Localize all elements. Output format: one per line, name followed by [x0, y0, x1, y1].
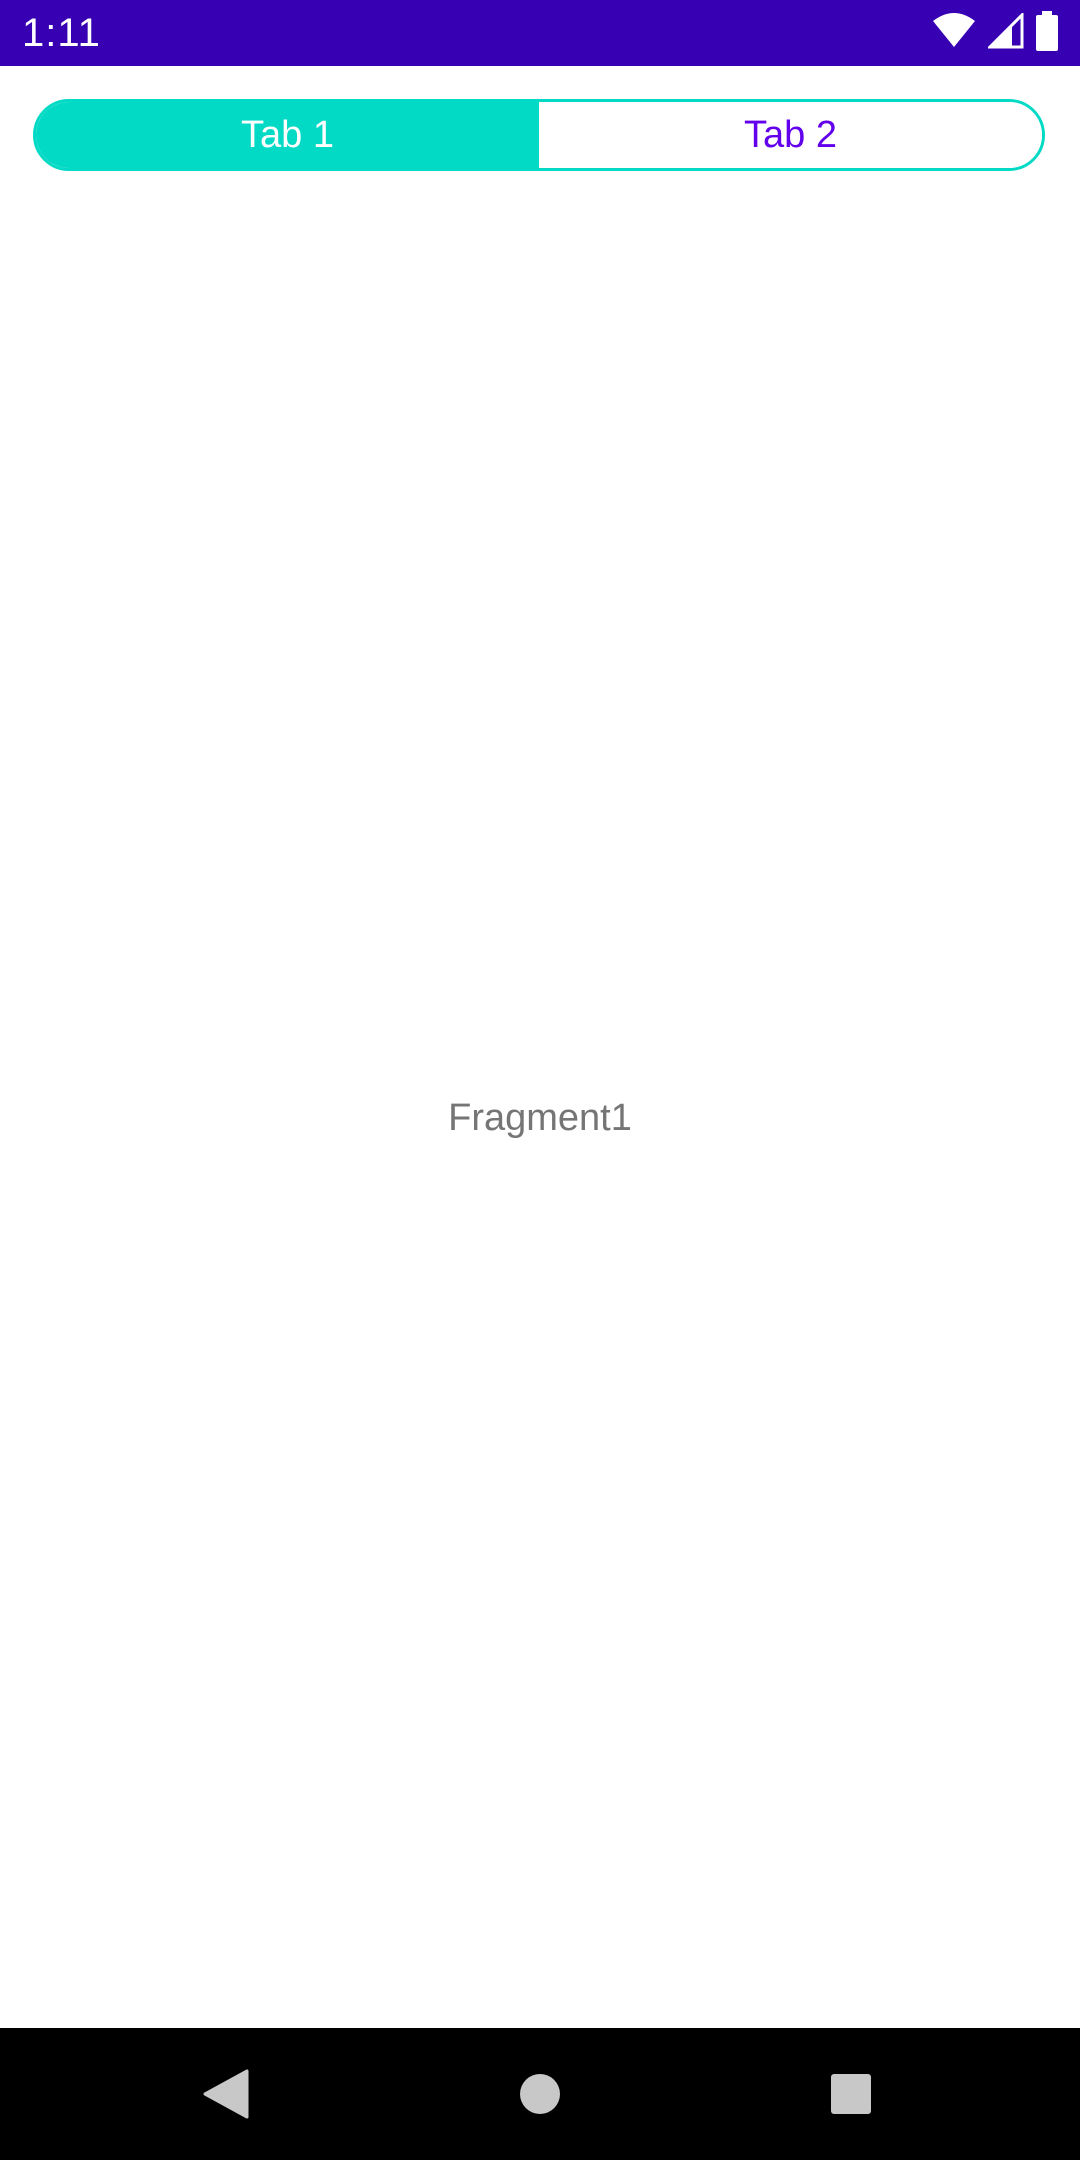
tab-1-label: Tab 1: [241, 113, 334, 156]
status-bar: 1:11: [0, 0, 1080, 66]
status-time: 1:11: [22, 11, 101, 55]
home-button[interactable]: [500, 2054, 580, 2134]
navigation-bar: [0, 2028, 1080, 2160]
tab-2[interactable]: Tab 2: [539, 102, 1042, 168]
back-icon: [203, 2069, 249, 2119]
screen: 1:11 Tab 1 Tab 2 Fragment1: [0, 0, 1080, 2160]
tab-1[interactable]: Tab 1: [36, 102, 539, 168]
battery-icon: [1036, 10, 1058, 56]
recents-icon: [831, 2074, 871, 2114]
fragment-label: Fragment1: [448, 1097, 632, 1139]
cellular-signal-icon: [986, 10, 1024, 54]
wifi-icon: [932, 12, 976, 54]
recents-button[interactable]: [811, 2054, 891, 2134]
home-icon: [520, 2074, 560, 2114]
back-button[interactable]: [186, 2054, 266, 2134]
tab-bar: Tab 1 Tab 2: [33, 99, 1045, 171]
tab-2-label: Tab 2: [744, 113, 837, 156]
status-icons: [932, 10, 1058, 56]
